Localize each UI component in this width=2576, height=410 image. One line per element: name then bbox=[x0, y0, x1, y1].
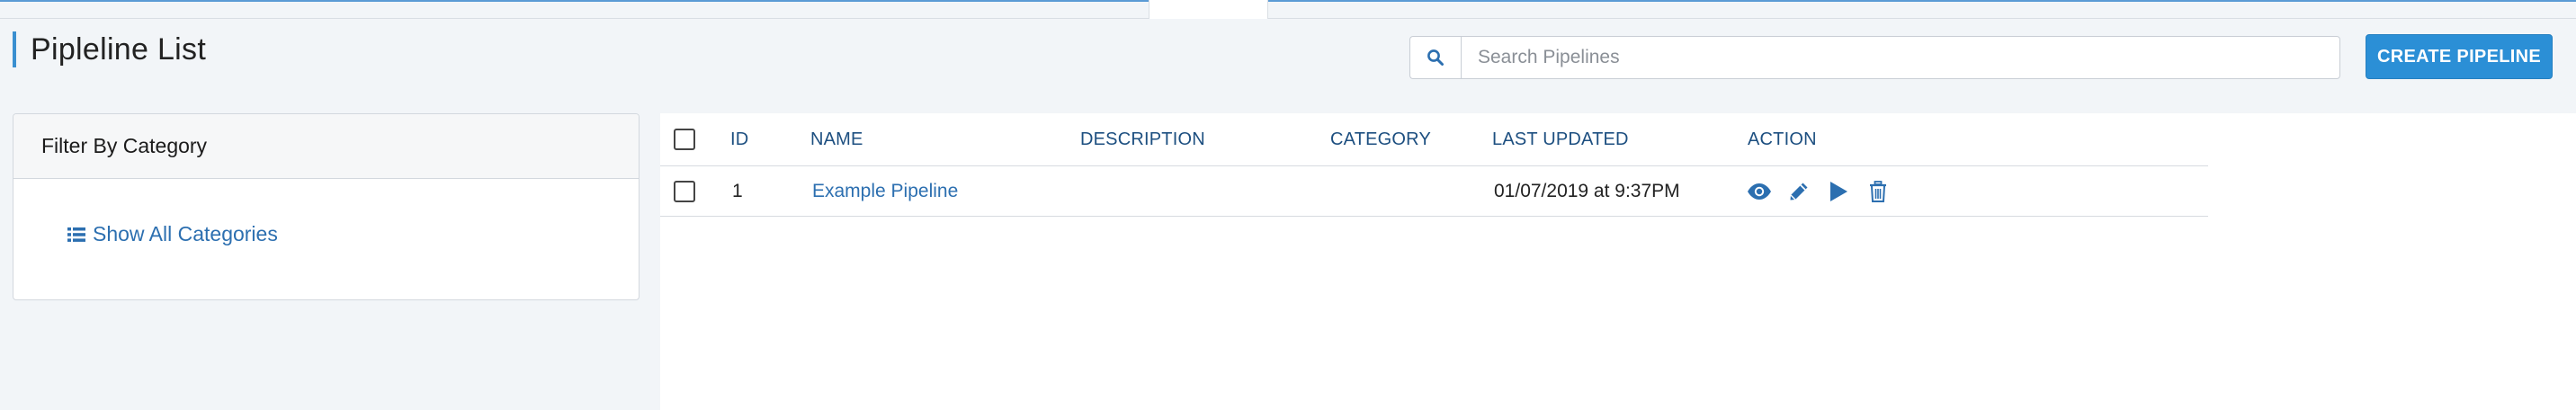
create-pipeline-button[interactable]: CREATE PIPELINE bbox=[2366, 34, 2553, 79]
row-select-cell bbox=[674, 166, 695, 216]
row-id: 1 bbox=[732, 180, 743, 201]
select-all-cell bbox=[674, 113, 695, 165]
filter-panel: Filter By Category Show All Categories bbox=[13, 113, 640, 300]
top-tab[interactable] bbox=[1149, 0, 1268, 19]
select-all-checkbox[interactable] bbox=[674, 129, 695, 150]
table-header-row: ID NAME DESCRIPTION CATEGORY LAST UPDATE… bbox=[660, 113, 2208, 166]
show-all-categories-link[interactable]: Show All Categories bbox=[67, 222, 278, 246]
page: Pipleline List CREATE PIPELINE Filter By… bbox=[0, 0, 2576, 410]
top-divider bbox=[0, 18, 2576, 19]
title-accent-bar bbox=[13, 31, 16, 67]
row-checkbox[interactable] bbox=[674, 180, 695, 202]
column-header-last-updated[interactable]: LAST UPDATED bbox=[1492, 113, 1629, 165]
pipeline-name-link[interactable]: Example Pipeline bbox=[812, 166, 958, 216]
table-row: 1 Example Pipeline 01/07/2019 at 9:37PM bbox=[660, 166, 2208, 217]
edit-icon[interactable] bbox=[1786, 179, 1811, 204]
column-header-action: ACTION bbox=[1748, 129, 1817, 149]
row-last-updated: 01/07/2019 at 9:37PM bbox=[1494, 180, 1680, 201]
top-border bbox=[0, 0, 2576, 2]
show-all-categories-label: Show All Categories bbox=[93, 222, 278, 245]
column-header-id[interactable]: ID bbox=[730, 113, 748, 165]
filter-panel-header: Filter By Category bbox=[13, 114, 639, 179]
delete-icon[interactable] bbox=[1865, 179, 1891, 204]
column-header-description[interactable]: DESCRIPTION bbox=[1080, 113, 1205, 165]
row-actions bbox=[1747, 166, 1891, 216]
list-icon bbox=[67, 227, 85, 242]
column-header-name[interactable]: NAME bbox=[810, 113, 863, 165]
search-input[interactable] bbox=[1461, 36, 2340, 79]
filter-panel-body: Show All Categories bbox=[13, 179, 639, 247]
pipeline-table: ID NAME DESCRIPTION CATEGORY LAST UPDATE… bbox=[660, 113, 2576, 410]
view-icon[interactable] bbox=[1747, 179, 1772, 204]
run-icon[interactable] bbox=[1826, 179, 1851, 204]
search-icon bbox=[1427, 49, 1444, 66]
page-header: Pipleline List bbox=[13, 31, 206, 68]
search-bar bbox=[1409, 36, 2340, 79]
search-button[interactable] bbox=[1409, 36, 1461, 79]
column-header-category[interactable]: CATEGORY bbox=[1330, 113, 1431, 165]
page-title: Pipleline List bbox=[31, 31, 207, 67]
